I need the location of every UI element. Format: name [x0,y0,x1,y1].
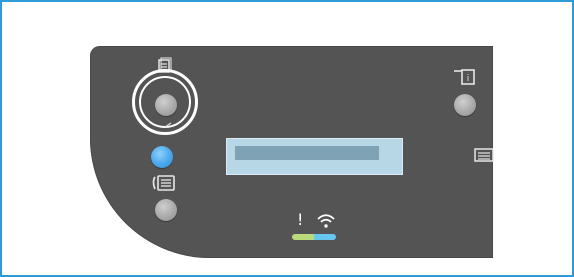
lcd-highlight-bar [235,146,379,160]
copy-button[interactable] [155,94,177,116]
wifi-icon [316,212,336,230]
fax-icon [152,174,176,192]
menu-icon[interactable] [474,148,494,162]
fax-button[interactable] [155,199,177,221]
start-button[interactable] [151,146,173,168]
info-icon: i [452,68,476,86]
svg-text:i: i [467,74,470,84]
status-led-strip [292,234,336,240]
scan-indicator-icon [163,117,173,128]
alert-indicator: ! [297,210,304,229]
lcd-display [226,138,403,175]
info-button[interactable] [454,94,476,116]
